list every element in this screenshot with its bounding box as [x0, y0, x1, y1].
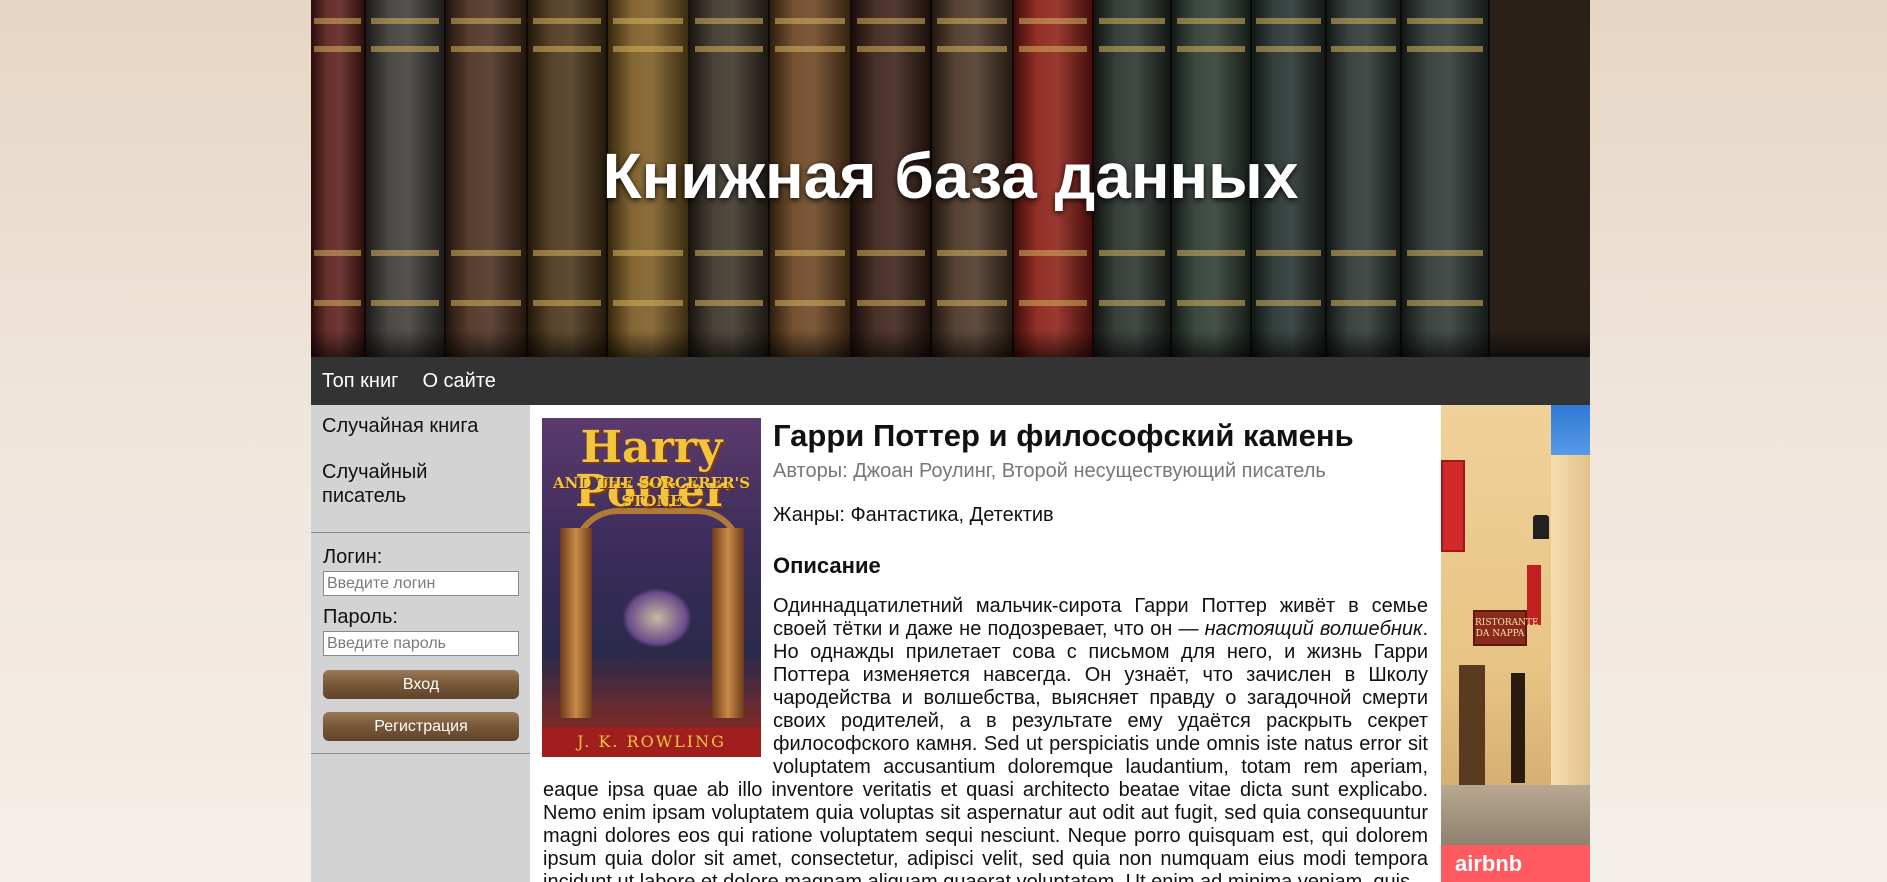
cover-subtitle: AND THE SORCERER'S STONE — [552, 474, 751, 510]
sidebar-divider — [311, 532, 530, 533]
site-header: Книжная база данных — [311, 0, 1590, 357]
login-label: Логин: — [323, 546, 383, 568]
street-lamp-icon — [1533, 515, 1549, 539]
book-details: Harry Potter AND THE SORCERER'S STONE J.… — [530, 405, 1441, 882]
password-label: Пароль: — [323, 606, 398, 628]
book-cover-image: Harry Potter AND THE SORCERER'S STONE J.… — [542, 418, 761, 757]
login-form: Логин: Пароль: Вход Регистрация — [311, 546, 530, 741]
nav-about[interactable]: О сайте — [422, 370, 495, 393]
cover-author: J. K. ROWLING — [542, 727, 761, 757]
sidebar-divider-bottom — [311, 753, 530, 754]
login-input[interactable] — [323, 571, 519, 596]
top-nav: Топ книг О сайте — [311, 357, 1590, 405]
description-emphasis: настоящий волшебник — [1204, 618, 1423, 640]
restaurant-sign: RISTORANTE DA NAPPA — [1473, 610, 1539, 646]
random-book-link[interactable]: Случайная книга — [311, 414, 530, 438]
ad-brand-bar: airbnb — [1441, 845, 1590, 882]
sidebar: Случайная книга Случайный писатель Логин… — [311, 405, 530, 882]
login-button[interactable]: Вход — [323, 670, 519, 699]
random-writer-link[interactable]: Случайный писатель — [311, 460, 453, 508]
password-input[interactable] — [323, 631, 519, 656]
page: Книжная база данных Топ книг О сайте Слу… — [311, 0, 1590, 882]
site-title: Книжная база данных — [602, 140, 1299, 212]
nav-top-books[interactable]: Топ книг — [322, 370, 398, 393]
register-button[interactable]: Регистрация — [323, 712, 519, 741]
ad-banner[interactable]: RISTORANTE DA NAPPA airbnb — [1441, 405, 1590, 882]
